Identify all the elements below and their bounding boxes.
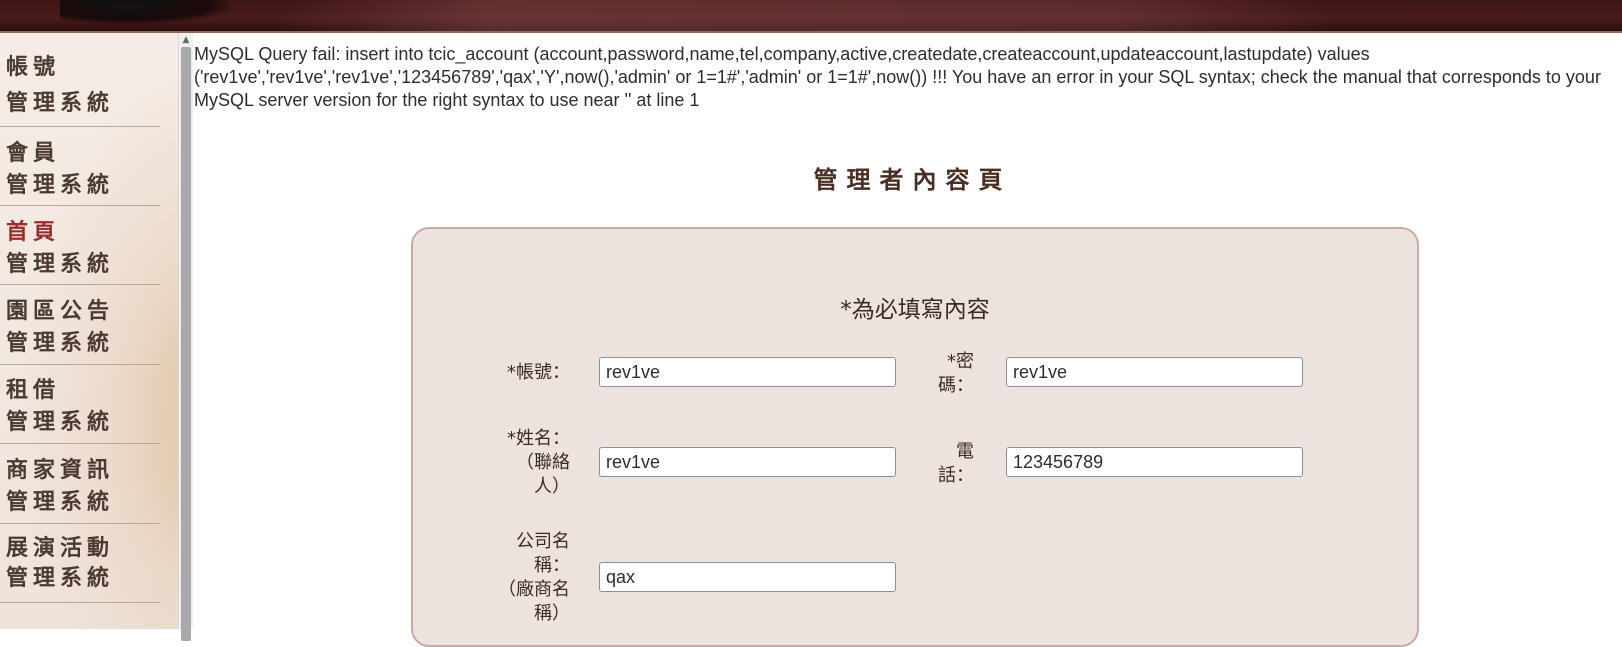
sidebar-item-home[interactable]: 首頁 管理系統 — [0, 206, 160, 285]
sidebar-item-label: 首頁 — [6, 220, 61, 245]
password-label-2: 碼： — [938, 375, 974, 396]
password-label-1: *密 — [947, 351, 974, 372]
sidebar-item-sublabel: 管理系統 — [6, 252, 115, 277]
page-title: 管理者內容頁 — [813, 166, 1012, 194]
company-label-2: 稱： — [534, 555, 570, 576]
sidebar-item-sublabel: 管理系統 — [6, 566, 115, 591]
tel-label-1: 電 — [956, 441, 974, 462]
scroll-up-arrow-icon[interactable]: ▲ — [179, 33, 193, 47]
sidebar-item-label: 園區公告 — [6, 299, 115, 324]
name-label-3: 人） — [534, 476, 570, 497]
sql-error-message: MySQL Query fail: insert into tcic_accou… — [194, 44, 1601, 110]
sidebar-item-label: 商家資訊 — [6, 458, 115, 483]
scroll-thumb[interactable] — [181, 47, 191, 641]
name-input[interactable]: rev1ve — [599, 447, 896, 477]
sidebar-item-sublabel: 管理系統 — [6, 410, 115, 435]
sidebar-item-sublabel: 管理系統 — [6, 91, 115, 116]
account-label: *帳號： — [507, 362, 570, 383]
sidebar-item-sublabel: 管理系統 — [6, 490, 115, 515]
sidebar-scrollbar[interactable]: ▲ — [178, 33, 193, 641]
banner-swash-decoration — [280, 0, 1330, 31]
name-label-2: （聯絡 — [516, 452, 570, 473]
tel-label-2: 話： — [938, 465, 974, 486]
ink-brush-decoration — [60, 0, 230, 24]
tel-input[interactable]: 123456789 — [1006, 447, 1303, 477]
name-label-1: *姓名： — [507, 428, 570, 449]
sidebar-item-account[interactable]: 帳號 管理系統 — [0, 33, 160, 127]
company-label-3: （廠商名 — [498, 579, 570, 600]
company-label-4: 稱） — [534, 603, 570, 624]
sidebar-item-label: 租借 — [6, 378, 61, 403]
sidebar-item-merchant[interactable]: 商家資訊 管理系統 — [0, 444, 160, 524]
sidebar-item-member[interactable]: 會員 管理系統 — [0, 127, 160, 206]
sidebar-item-announcement[interactable]: 園區公告 管理系統 — [0, 285, 160, 365]
company-input[interactable]: qax — [599, 562, 896, 592]
sidebar-item-sublabel: 管理系統 — [6, 173, 115, 198]
password-input[interactable]: rev1ve — [1006, 357, 1303, 387]
sidebar-item-events[interactable]: 展演活動 管理系統 — [0, 524, 160, 603]
sidebar-nav: 帳號 管理系統 會員 管理系統 首頁 管理系統 園區公告 管理系統 租借 管理系… — [0, 33, 178, 629]
sidebar-item-rental[interactable]: 租借 管理系統 — [0, 365, 160, 444]
sidebar-item-label: 會員 — [6, 141, 61, 166]
required-note: *為必填寫內容 — [840, 297, 990, 323]
company-label-1: 公司名 — [516, 531, 570, 552]
sidebar-item-label: 展演活動 — [6, 536, 115, 561]
sidebar-item-sublabel: 管理系統 — [6, 331, 115, 356]
account-input[interactable]: rev1ve — [599, 357, 896, 387]
sidebar-item-label: 帳號 — [6, 55, 61, 80]
header-banner — [0, 0, 1622, 33]
